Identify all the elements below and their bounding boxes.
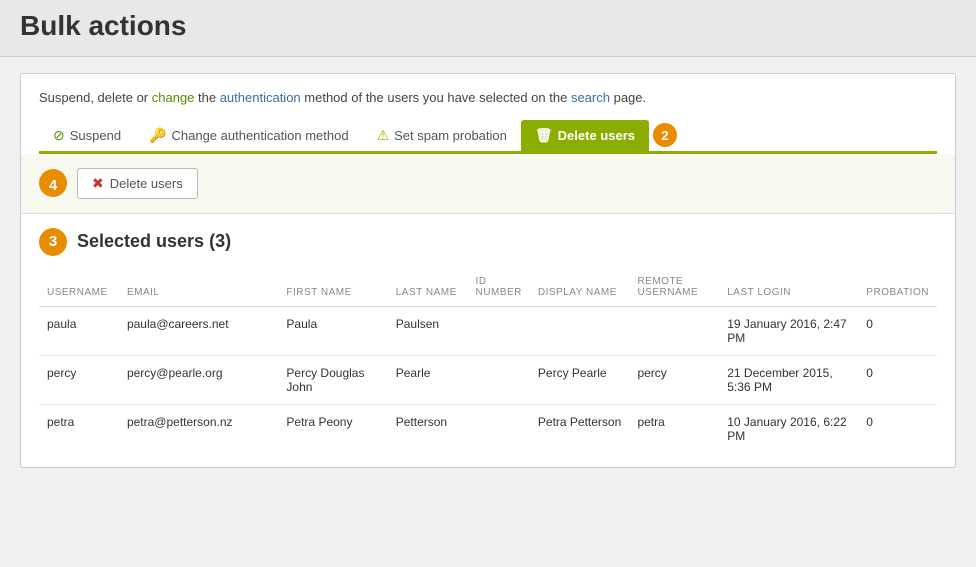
delete-btn-icon: ✖	[92, 175, 104, 192]
cell-username: petra	[39, 404, 119, 453]
delete-users-button[interactable]: ✖ Delete users	[77, 168, 198, 199]
cell-username: percy	[39, 355, 119, 404]
cell-lastlogin: 21 December 2015, 5:36 PM	[719, 355, 858, 404]
tab-change-auth[interactable]: 🔑 Change authentication method	[135, 120, 363, 151]
col-header-email: EMAIL	[119, 270, 278, 307]
cell-email: paula@careers.net	[119, 306, 278, 355]
cell-firstname: Paula	[278, 306, 387, 355]
cell-displayname: Petra Petterson	[530, 404, 630, 453]
spam-icon: ⚠	[377, 127, 390, 144]
cell-lastlogin: 19 January 2016, 2:47 PM	[719, 306, 858, 355]
cell-probation: 0	[858, 404, 937, 453]
cell-idnumber	[468, 355, 530, 404]
step-badge-3: 3	[39, 228, 67, 256]
cell-lastname: Paulsen	[388, 306, 468, 355]
col-header-probation: PROBATION	[858, 270, 937, 307]
tab-suspend-label: Suspend	[70, 128, 121, 143]
highlight-change: change	[152, 90, 195, 105]
table-row: percypercy@pearle.orgPercy Douglas JohnP…	[39, 355, 937, 404]
cell-remoteusername	[629, 306, 719, 355]
step-badge-2: 2	[653, 123, 677, 147]
delete-btn-label: Delete users	[110, 176, 183, 191]
cell-lastname: Petterson	[388, 404, 468, 453]
page-title: Bulk actions	[20, 10, 956, 42]
delete-tab-icon: 🗑	[535, 127, 553, 144]
step-badge-4: 4	[39, 169, 67, 197]
tab-spam-label: Set spam probation	[394, 128, 507, 143]
cell-lastlogin: 10 January 2016, 6:22 PM	[719, 404, 858, 453]
selected-section: 3 Selected users (3) USERNAME EMAIL FIRS…	[21, 214, 955, 467]
description-text: Suspend, delete or change the authentica…	[39, 88, 937, 108]
tab-suspend[interactable]: ⊘ Suspend	[39, 120, 135, 151]
bulk-actions-card: Suspend, delete or change the authentica…	[20, 73, 956, 468]
cell-remoteusername: percy	[629, 355, 719, 404]
highlight-search: search	[571, 90, 610, 105]
cell-remoteusername: petra	[629, 404, 719, 453]
page-header: Bulk actions	[0, 0, 976, 57]
cell-idnumber	[468, 306, 530, 355]
tab-spam[interactable]: ⚠ Set spam probation	[363, 120, 521, 151]
cell-probation: 0	[858, 355, 937, 404]
suspend-icon: ⊘	[53, 127, 65, 144]
action-body: 4 ✖ Delete users	[21, 154, 955, 214]
cell-firstname: Percy Douglas John	[278, 355, 387, 404]
table-row: petrapetra@petterson.nzPetra PeonyPetter…	[39, 404, 937, 453]
cell-displayname: Percy Pearle	[530, 355, 630, 404]
cell-email: percy@pearle.org	[119, 355, 278, 404]
action-tabs: ⊘ Suspend 🔑 Change authentication method…	[39, 120, 937, 154]
cell-probation: 0	[858, 306, 937, 355]
change-auth-icon: 🔑	[149, 127, 166, 144]
cell-email: petra@petterson.nz	[119, 404, 278, 453]
tab-delete-label: Delete users	[558, 128, 635, 143]
col-header-remoteusername: REMOTE USERNAME	[629, 270, 719, 307]
main-content: Suspend, delete or change the authentica…	[0, 57, 976, 484]
cell-displayname	[530, 306, 630, 355]
selected-users-title-text: Selected users (3)	[77, 231, 231, 252]
cell-username: paula	[39, 306, 119, 355]
col-header-username: USERNAME	[39, 270, 119, 307]
col-header-firstname: FIRST NAME	[278, 270, 387, 307]
tab-change-auth-label: Change authentication method	[172, 128, 349, 143]
card-top: Suspend, delete or change the authentica…	[21, 74, 955, 154]
col-header-displayname: DISPLAY NAME	[530, 270, 630, 307]
table-row: paulapaula@careers.netPaulaPaulsen 19 Jan…	[39, 306, 937, 355]
selected-title: 3 Selected users (3)	[39, 228, 937, 256]
cell-firstname: Petra Peony	[278, 404, 387, 453]
tab-delete-users[interactable]: 🗑 Delete users	[521, 120, 649, 151]
table-header: USERNAME EMAIL FIRST NAME LAST NAME ID N…	[39, 270, 937, 307]
col-header-idnumber: ID NUMBER	[468, 270, 530, 307]
cell-lastname: Pearle	[388, 355, 468, 404]
cell-idnumber	[468, 404, 530, 453]
highlight-auth: authentication	[220, 90, 301, 105]
users-table: USERNAME EMAIL FIRST NAME LAST NAME ID N…	[39, 270, 937, 453]
col-header-lastlogin: LAST LOGIN	[719, 270, 858, 307]
col-header-lastname: LAST NAME	[388, 270, 468, 307]
table-body: paulapaula@careers.netPaulaPaulsen 19 Jan…	[39, 306, 937, 453]
